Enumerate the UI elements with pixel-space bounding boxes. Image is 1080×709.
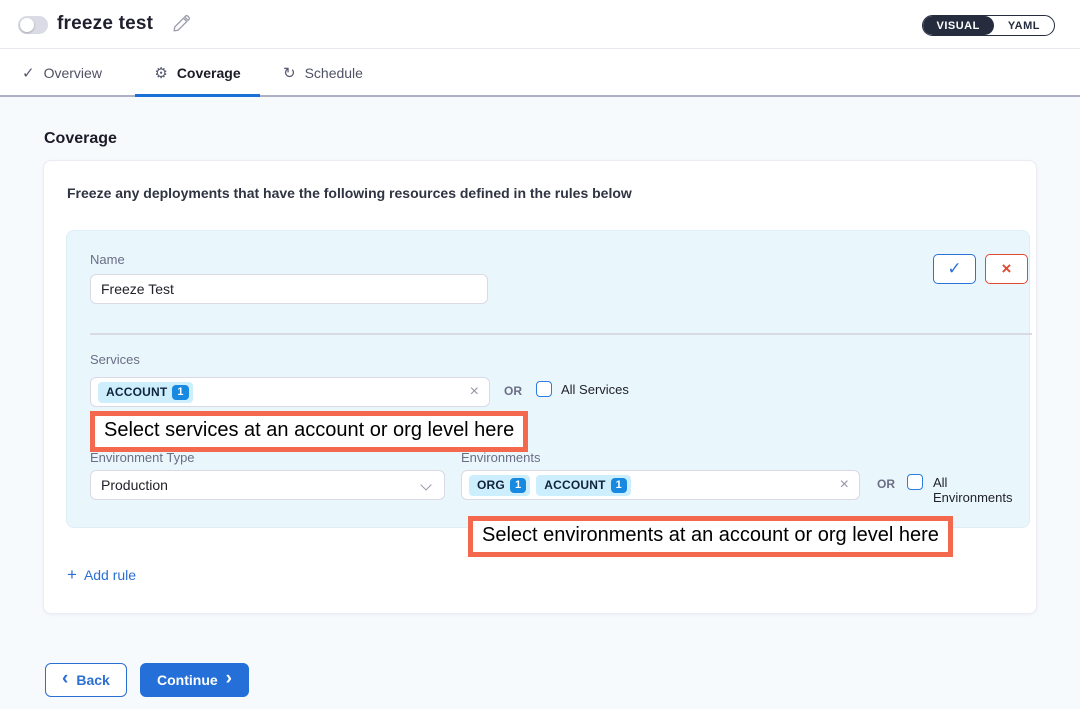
tab-overview-label: Overview — [44, 65, 102, 81]
continue-button-label: Continue — [157, 672, 218, 688]
environments-label: Environments — [461, 450, 540, 465]
check-icon: ✓ — [22, 64, 35, 82]
tab-coverage-label: Coverage — [177, 65, 241, 81]
coverage-card: Freeze any deployments that have the fol… — [43, 160, 1037, 614]
chevron-down-icon — [420, 479, 431, 490]
confirm-rule-button[interactable]: ✓ — [933, 254, 976, 284]
name-input[interactable]: Freeze Test — [90, 274, 488, 304]
add-rule-button[interactable]: + Add rule — [67, 567, 136, 583]
chevron-right-icon: › — [226, 672, 232, 686]
environment-type-value: Production — [101, 477, 168, 493]
environments-or-label: OR — [877, 477, 895, 491]
chip-text: ORG — [477, 478, 505, 492]
top-bar: freeze test VISUAL YAML — [0, 0, 1080, 49]
plus-icon: + — [67, 568, 77, 582]
tab-schedule-label: Schedule — [305, 65, 363, 81]
continue-button[interactable]: Continue › — [140, 663, 249, 697]
confirm-check-icon: ✓ — [947, 259, 961, 279]
environment-type-label: Environment Type — [90, 450, 195, 465]
services-or-label: OR — [504, 384, 522, 398]
chip-count-badge: 1 — [510, 478, 526, 493]
environment-chip-org[interactable]: ORG 1 — [469, 475, 530, 496]
back-button-label: Back — [76, 672, 109, 688]
tab-schedule[interactable]: ↻ Schedule — [283, 49, 363, 97]
all-environments-label: All Environments — [933, 475, 1029, 505]
tab-coverage[interactable]: ⚙ Coverage — [135, 49, 260, 97]
add-rule-label: Add rule — [84, 567, 136, 583]
service-chip-account[interactable]: ACCOUNT 1 — [98, 382, 193, 403]
active-tab-underline — [135, 94, 260, 97]
chip-count-badge: 1 — [611, 478, 627, 493]
environments-clear-icon[interactable]: × — [840, 476, 849, 494]
services-annotation-callout: Select services at an account or org lev… — [90, 411, 528, 452]
name-label: Name — [90, 252, 125, 267]
yaml-toggle-button[interactable]: YAML — [994, 16, 1054, 35]
edit-pencil-icon[interactable] — [172, 15, 190, 33]
name-input-value: Freeze Test — [101, 281, 174, 297]
freeze-window: freeze test VISUAL YAML ✓ Overview ⚙ Cov… — [0, 0, 1080, 709]
gear-icon: ⚙ — [154, 64, 167, 82]
page-title: Coverage — [44, 130, 117, 148]
freeze-title: freeze test — [57, 13, 153, 35]
all-services-label: All Services — [561, 382, 629, 397]
all-environments-checkbox[interactable] — [907, 474, 923, 490]
environments-input[interactable]: ORG 1 ACCOUNT 1 × — [461, 470, 860, 500]
visual-toggle-button[interactable]: VISUAL — [923, 16, 994, 35]
schedule-clock-icon: ↻ — [283, 64, 296, 82]
environments-annotation-callout: Select environments at an account or org… — [468, 516, 953, 557]
divider — [90, 333, 1032, 335]
delete-rule-button[interactable]: × — [985, 254, 1028, 284]
card-description: Freeze any deployments that have the fol… — [67, 185, 632, 201]
all-services-checkbox[interactable] — [536, 381, 552, 397]
visual-yaml-toggle: VISUAL YAML — [922, 15, 1056, 36]
chip-text: ACCOUNT — [106, 385, 167, 399]
environment-type-select[interactable]: Production — [90, 470, 445, 500]
tab-bar: ✓ Overview ⚙ Coverage ↻ Schedule — [0, 49, 1080, 97]
toggle-knob — [20, 18, 34, 32]
services-input[interactable]: ACCOUNT 1 × — [90, 377, 490, 407]
back-button[interactable]: ‹ Back — [45, 663, 127, 697]
services-clear-icon[interactable]: × — [470, 383, 479, 401]
rule-panel: Name Freeze Test ✓ × Services ACCOUNT 1 … — [66, 230, 1030, 528]
cancel-x-icon: × — [1002, 259, 1012, 279]
chip-text: ACCOUNT — [544, 478, 605, 492]
freeze-enabled-toggle[interactable] — [18, 16, 48, 34]
environment-chip-account[interactable]: ACCOUNT 1 — [536, 475, 631, 496]
services-label: Services — [90, 352, 140, 367]
chip-count-badge: 1 — [172, 385, 188, 400]
chevron-left-icon: ‹ — [62, 672, 68, 686]
tab-overview[interactable]: ✓ Overview — [22, 49, 102, 97]
